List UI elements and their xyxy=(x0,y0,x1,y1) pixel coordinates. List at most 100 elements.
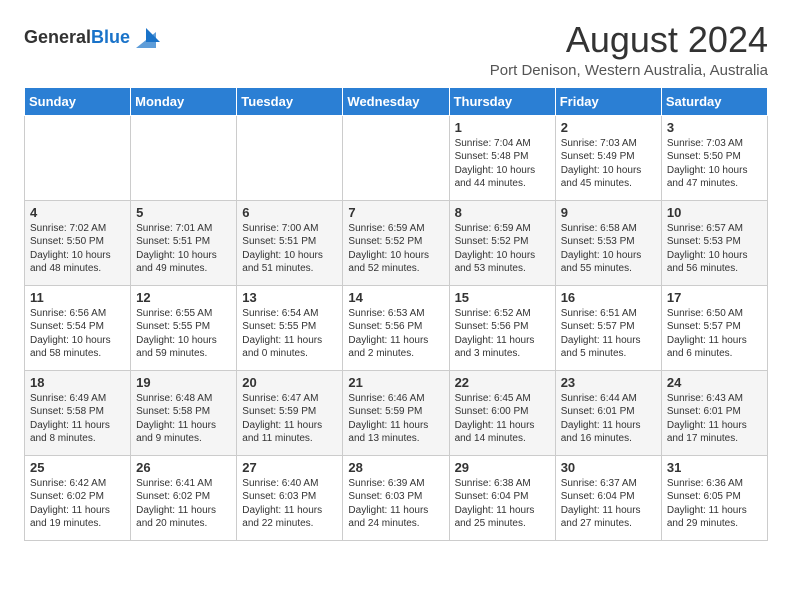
day-number: 5 xyxy=(136,205,231,220)
cell-info: Sunrise: 6:40 AM Sunset: 6:03 PM Dayligh… xyxy=(242,477,337,531)
cell-info: Sunrise: 6:41 AM Sunset: 6:02 PM Dayligh… xyxy=(136,477,231,531)
day-number: 11 xyxy=(30,290,125,305)
week-row-3: 11Sunrise: 6:56 AM Sunset: 5:54 PM Dayli… xyxy=(25,285,768,370)
weekday-header-row: SundayMondayTuesdayWednesdayThursdayFrid… xyxy=(25,87,768,115)
cell-info: Sunrise: 7:03 AM Sunset: 5:50 PM Dayligh… xyxy=(667,137,762,191)
day-number: 30 xyxy=(561,460,656,475)
day-number: 12 xyxy=(136,290,231,305)
calendar-cell: 23 Sunrise: 6:44 AM Sunset: 6:01 PM Dayli… xyxy=(555,370,661,455)
day-number: 13 xyxy=(242,290,337,305)
calendar-cell xyxy=(343,115,449,200)
day-number: 19 xyxy=(136,375,231,390)
cell-info: Sunrise: 6:58 AM Sunset: 5:53 PM Dayligh… xyxy=(561,222,656,276)
day-number: 2 xyxy=(561,120,656,135)
day-number: 4 xyxy=(30,205,125,220)
cell-info: Sunrise: 7:02 AM Sunset: 5:50 PM Dayligh… xyxy=(30,222,125,276)
weekday-header-thursday: Thursday xyxy=(449,87,555,115)
cell-info: Sunrise: 6:36 AM Sunset: 6:05 PM Dayligh… xyxy=(667,477,762,531)
calendar-cell: 20 Sunrise: 6:47 AM Sunset: 5:59 PM Dayli… xyxy=(237,370,343,455)
day-number: 16 xyxy=(561,290,656,305)
cell-info: Sunrise: 6:38 AM Sunset: 6:04 PM Dayligh… xyxy=(455,477,550,531)
calendar-cell: 15 Sunrise: 6:52 AM Sunset: 5:56 PM Dayli… xyxy=(449,285,555,370)
day-number: 10 xyxy=(667,205,762,220)
calendar-cell: 27 Sunrise: 6:40 AM Sunset: 6:03 PM Dayli… xyxy=(237,455,343,540)
weekday-header-tuesday: Tuesday xyxy=(237,87,343,115)
cell-info: Sunrise: 6:42 AM Sunset: 6:02 PM Dayligh… xyxy=(30,477,125,531)
calendar-cell: 5 Sunrise: 7:01 AM Sunset: 5:51 PM Daylig… xyxy=(131,200,237,285)
day-number: 31 xyxy=(667,460,762,475)
calendar-cell: 7 Sunrise: 6:59 AM Sunset: 5:52 PM Daylig… xyxy=(343,200,449,285)
logo: GeneralBlue xyxy=(24,24,160,52)
cell-info: Sunrise: 6:55 AM Sunset: 5:55 PM Dayligh… xyxy=(136,307,231,361)
calendar-cell: 2 Sunrise: 7:03 AM Sunset: 5:49 PM Daylig… xyxy=(555,115,661,200)
cell-info: Sunrise: 6:49 AM Sunset: 5:58 PM Dayligh… xyxy=(30,392,125,446)
week-row-2: 4 Sunrise: 7:02 AM Sunset: 5:50 PM Daylig… xyxy=(25,200,768,285)
calendar-cell: 11Sunrise: 6:56 AM Sunset: 5:54 PM Dayli… xyxy=(25,285,131,370)
cell-info: Sunrise: 7:00 AM Sunset: 5:51 PM Dayligh… xyxy=(242,222,337,276)
day-number: 29 xyxy=(455,460,550,475)
month-year-title: August 2024 xyxy=(490,20,768,60)
calendar-cell: 28Sunrise: 6:39 AM Sunset: 6:03 PM Dayli… xyxy=(343,455,449,540)
calendar-cell: 31 Sunrise: 6:36 AM Sunset: 6:05 PM Dayli… xyxy=(661,455,767,540)
calendar-cell: 22 Sunrise: 6:45 AM Sunset: 6:00 PM Dayli… xyxy=(449,370,555,455)
calendar-cell: 18 Sunrise: 6:49 AM Sunset: 5:58 PM Dayli… xyxy=(25,370,131,455)
day-number: 6 xyxy=(242,205,337,220)
calendar-cell: 17 Sunrise: 6:50 AM Sunset: 5:57 PM Dayli… xyxy=(661,285,767,370)
cell-info: Sunrise: 6:59 AM Sunset: 5:52 PM Dayligh… xyxy=(348,222,443,276)
weekday-header-sunday: Sunday xyxy=(25,87,131,115)
cell-info: Sunrise: 6:46 AM Sunset: 5:59 PM Dayligh… xyxy=(348,392,443,446)
cell-info: Sunrise: 6:51 AM Sunset: 5:57 PM Dayligh… xyxy=(561,307,656,361)
title-block: August 2024 Port Denison, Western Austra… xyxy=(490,20,768,79)
location-subtitle: Port Denison, Western Australia, Austral… xyxy=(490,62,768,79)
logo-blue-text: Blue xyxy=(91,27,130,47)
day-number: 18 xyxy=(30,375,125,390)
calendar-cell: 19Sunrise: 6:48 AM Sunset: 5:58 PM Dayli… xyxy=(131,370,237,455)
calendar-cell xyxy=(131,115,237,200)
cell-info: Sunrise: 7:01 AM Sunset: 5:51 PM Dayligh… xyxy=(136,222,231,276)
cell-info: Sunrise: 6:39 AM Sunset: 6:03 PM Dayligh… xyxy=(348,477,443,531)
calendar-cell: 21Sunrise: 6:46 AM Sunset: 5:59 PM Dayli… xyxy=(343,370,449,455)
calendar-cell: 4 Sunrise: 7:02 AM Sunset: 5:50 PM Daylig… xyxy=(25,200,131,285)
calendar-cell: 6 Sunrise: 7:00 AM Sunset: 5:51 PM Daylig… xyxy=(237,200,343,285)
day-number: 27 xyxy=(242,460,337,475)
calendar-table: SundayMondayTuesdayWednesdayThursdayFrid… xyxy=(24,87,768,541)
cell-info: Sunrise: 6:59 AM Sunset: 5:52 PM Dayligh… xyxy=(455,222,550,276)
day-number: 7 xyxy=(348,205,443,220)
cell-info: Sunrise: 7:03 AM Sunset: 5:49 PM Dayligh… xyxy=(561,137,656,191)
week-row-5: 25 Sunrise: 6:42 AM Sunset: 6:02 PM Dayli… xyxy=(25,455,768,540)
day-number: 9 xyxy=(561,205,656,220)
header: GeneralBlue August 2024 Port Denison, We… xyxy=(24,20,768,79)
calendar-cell: 26 Sunrise: 6:41 AM Sunset: 6:02 PM Dayli… xyxy=(131,455,237,540)
cell-info: Sunrise: 6:47 AM Sunset: 5:59 PM Dayligh… xyxy=(242,392,337,446)
day-number: 8 xyxy=(455,205,550,220)
day-number: 22 xyxy=(455,375,550,390)
cell-info: Sunrise: 6:54 AM Sunset: 5:55 PM Dayligh… xyxy=(242,307,337,361)
cell-info: Sunrise: 7:04 AM Sunset: 5:48 PM Dayligh… xyxy=(455,137,550,191)
calendar-cell: 8 Sunrise: 6:59 AM Sunset: 5:52 PM Daylig… xyxy=(449,200,555,285)
logo-icon xyxy=(132,24,160,52)
day-number: 23 xyxy=(561,375,656,390)
calendar-cell: 14Sunrise: 6:53 AM Sunset: 5:56 PM Dayli… xyxy=(343,285,449,370)
cell-info: Sunrise: 6:44 AM Sunset: 6:01 PM Dayligh… xyxy=(561,392,656,446)
day-number: 15 xyxy=(455,290,550,305)
calendar-cell: 24Sunrise: 6:43 AM Sunset: 6:01 PM Dayli… xyxy=(661,370,767,455)
day-number: 14 xyxy=(348,290,443,305)
weekday-header-friday: Friday xyxy=(555,87,661,115)
day-number: 26 xyxy=(136,460,231,475)
cell-info: Sunrise: 6:50 AM Sunset: 5:57 PM Dayligh… xyxy=(667,307,762,361)
calendar-cell: 3 Sunrise: 7:03 AM Sunset: 5:50 PM Daylig… xyxy=(661,115,767,200)
weekday-header-monday: Monday xyxy=(131,87,237,115)
day-number: 3 xyxy=(667,120,762,135)
day-number: 17 xyxy=(667,290,762,305)
day-number: 20 xyxy=(242,375,337,390)
calendar-cell: 1 Sunrise: 7:04 AM Sunset: 5:48 PM Daylig… xyxy=(449,115,555,200)
day-number: 25 xyxy=(30,460,125,475)
calendar-cell: 12 Sunrise: 6:55 AM Sunset: 5:55 PM Dayli… xyxy=(131,285,237,370)
cell-info: Sunrise: 6:37 AM Sunset: 6:04 PM Dayligh… xyxy=(561,477,656,531)
calendar-cell: 13 Sunrise: 6:54 AM Sunset: 5:55 PM Dayli… xyxy=(237,285,343,370)
cell-info: Sunrise: 6:52 AM Sunset: 5:56 PM Dayligh… xyxy=(455,307,550,361)
day-number: 1 xyxy=(455,120,550,135)
cell-info: Sunrise: 6:43 AM Sunset: 6:01 PM Dayligh… xyxy=(667,392,762,446)
cell-info: Sunrise: 6:45 AM Sunset: 6:00 PM Dayligh… xyxy=(455,392,550,446)
weekday-header-wednesday: Wednesday xyxy=(343,87,449,115)
